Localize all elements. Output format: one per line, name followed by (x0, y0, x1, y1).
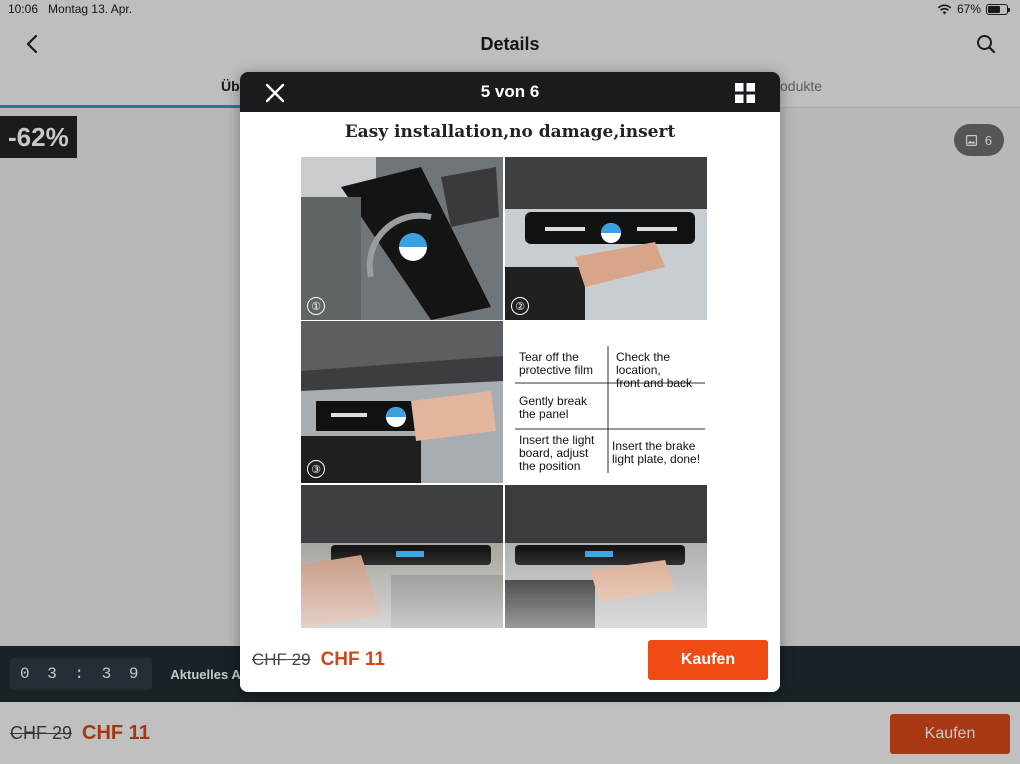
image-bottom-fade (240, 548, 780, 628)
grid-view-button[interactable] (732, 80, 758, 106)
instruction-step-5: Insert the brake light plate, done! (612, 440, 700, 466)
image-headline: Easy installation,no damage,insert (344, 122, 676, 142)
instruction-step-2-line-2: front and back (616, 376, 693, 390)
modal-new-price: CHF 11 (320, 649, 385, 670)
instruction-step-4: Insert the light board, adjust the posit… (519, 434, 594, 473)
instruction-step-3: Gently break the panel (519, 395, 587, 421)
image-viewer-modal: 5 von 6 Easy installation,no damage,inse… (240, 72, 780, 692)
close-button[interactable] (262, 80, 288, 106)
step-number-3: ③ (307, 460, 325, 478)
instruction-step-3-line-2: the panel (519, 407, 569, 421)
instruction-panel: Tear off the protective film Check the l… (505, 321, 707, 483)
modal-old-price: CHF 29 (252, 650, 311, 669)
step-number-2: ② (511, 297, 529, 315)
photo-3-illustration (301, 321, 503, 483)
instruction-step-2: Check the location, front and back (616, 351, 707, 390)
instruction-step-4-line-3: the position (519, 459, 581, 473)
modal-header: 5 von 6 (240, 72, 780, 112)
installation-photo-3: ③ (301, 321, 503, 483)
photo-2-illustration (505, 157, 707, 320)
instruction-step-1-line-2: protective film (519, 363, 594, 377)
image-counter: 5 von 6 (480, 82, 540, 101)
product-image[interactable]: Easy installation,no damage,insert ① ② ③… (240, 112, 780, 628)
step-number-1: ① (307, 297, 325, 315)
instruction-step-1: Tear off the protective film (519, 351, 593, 377)
photo-1-illustration (301, 157, 503, 320)
modal-buy-button[interactable]: Kaufen (648, 640, 768, 680)
grid-icon (735, 83, 755, 103)
close-icon (265, 83, 285, 103)
modal-footer: CHF 29 CHF 11 Kaufen (240, 628, 780, 692)
instruction-step-5-line-2: light plate, done! (612, 452, 701, 466)
installation-photo-2: ② (505, 157, 707, 320)
instruction-step-2-line-1: Check the location, (616, 350, 671, 377)
installation-photo-1: ① (301, 157, 503, 320)
